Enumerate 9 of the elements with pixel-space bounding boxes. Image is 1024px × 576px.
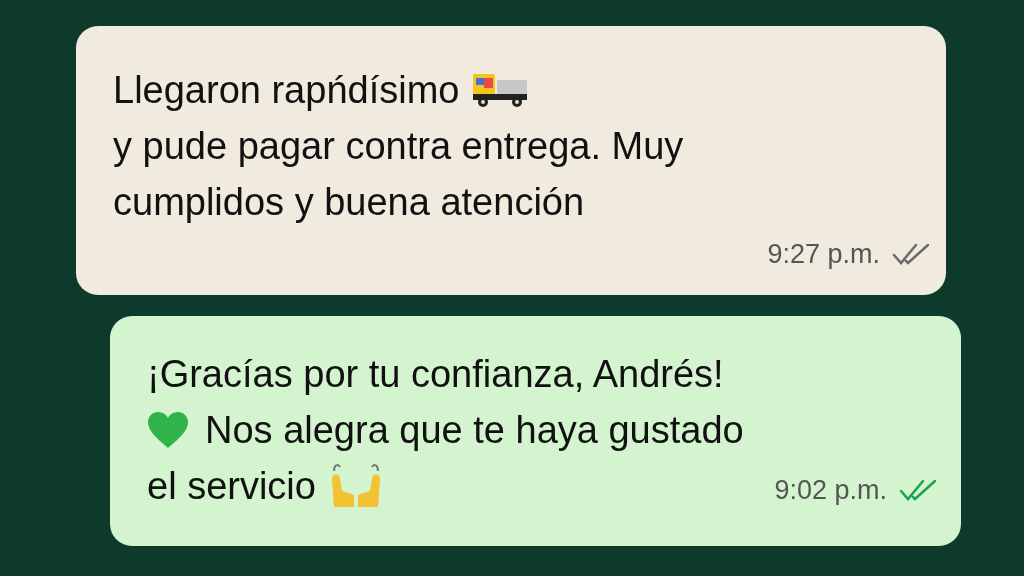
heart-icon: [147, 411, 189, 449]
message-text: Nos alegra que te haya gustado: [205, 408, 744, 453]
message-text: cumplidos y buena atención: [113, 180, 585, 225]
message-text: Llegaron rapńdísimo: [113, 68, 460, 113]
message-text: ¡Gracías por tu confianza, Andrés!: [147, 352, 724, 397]
message-text: el servicio: [147, 464, 316, 509]
message-time: 9:02 p.m.: [774, 473, 887, 507]
message-time: 9:27 p.m.: [767, 238, 880, 271]
message-text: y pude pagar contra entrega. Muy: [113, 124, 684, 169]
